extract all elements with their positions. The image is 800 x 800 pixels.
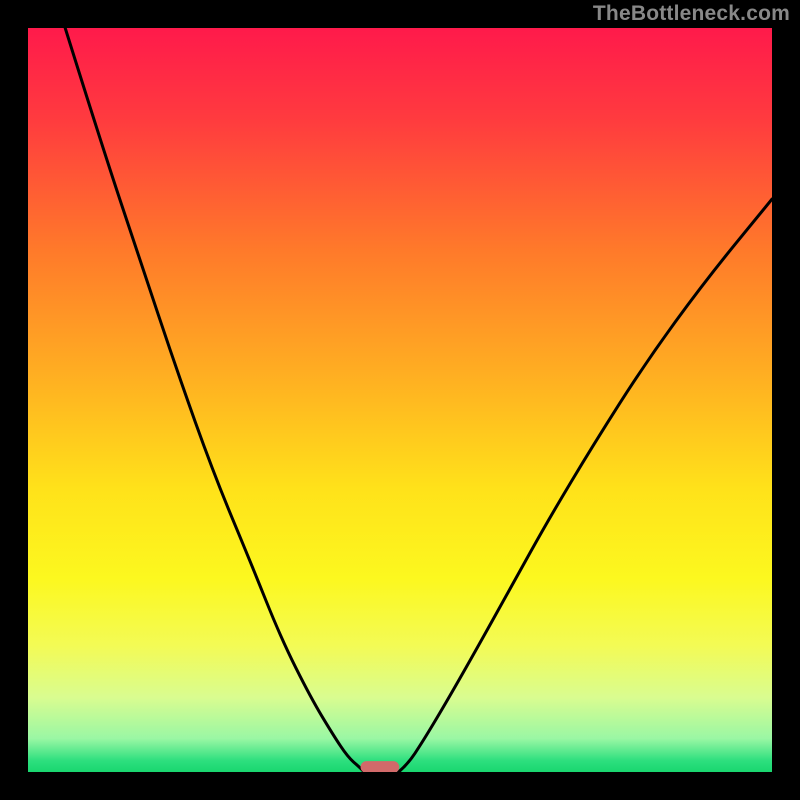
plot-area bbox=[28, 28, 772, 772]
gradient-background bbox=[28, 28, 772, 772]
chart-svg bbox=[28, 28, 772, 772]
chart-frame: TheBottleneck.com bbox=[0, 0, 800, 800]
optimal-zone-marker bbox=[361, 761, 400, 772]
watermark-text: TheBottleneck.com bbox=[593, 2, 790, 26]
